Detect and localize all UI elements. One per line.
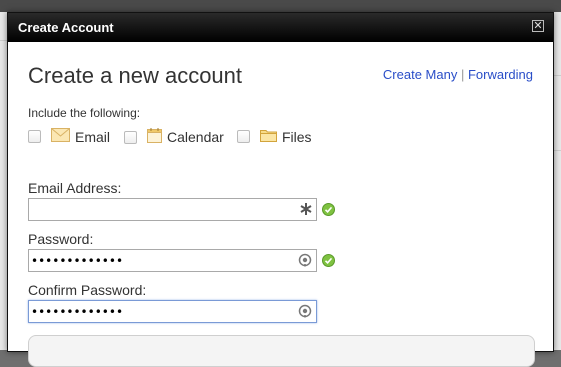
calendar-checkbox[interactable] — [124, 130, 137, 144]
background-topbar — [0, 0, 561, 12]
include-option-label: Email — [75, 128, 111, 145]
envelope-icon — [51, 128, 70, 145]
background-divider — [553, 75, 561, 76]
email-label: Email Address: — [28, 180, 122, 196]
dialog-footer-panel — [28, 335, 535, 367]
header-links: Create Many | Forwarding — [383, 67, 533, 82]
email-field[interactable] — [31, 200, 296, 219]
confirm-password-label: Confirm Password: — [28, 282, 147, 298]
calendar-icon — [147, 128, 162, 146]
close-button[interactable]: ✕ — [532, 20, 544, 32]
dialog-titlebar: Create Account — [8, 13, 553, 42]
password-field-box — [28, 249, 317, 272]
include-option-label: Calendar — [167, 129, 224, 145]
password-valid-check-icon — [322, 254, 335, 272]
create-account-dialog: Create Account ✕ Create a new account Cr… — [7, 12, 554, 367]
confirm-password-field[interactable] — [31, 302, 296, 321]
forwarding-link[interactable]: Forwarding — [468, 67, 533, 82]
include-option-files: Files — [237, 128, 312, 145]
background-divider — [553, 150, 561, 151]
required-asterisk-icon — [300, 202, 312, 221]
password-generator-icon[interactable] — [298, 253, 312, 272]
include-label: Include the following: — [28, 106, 141, 120]
page-title: Create a new account — [28, 63, 243, 88]
include-option-email: Email — [28, 128, 110, 145]
include-option-label: Files — [282, 128, 312, 145]
close-icon: ✕ — [533, 20, 543, 32]
password-field[interactable] — [31, 251, 296, 270]
dialog-title: Create Account — [18, 20, 114, 35]
password-generator-icon[interactable] — [298, 304, 312, 323]
confirm-password-field-box — [28, 300, 317, 323]
files-checkbox[interactable] — [237, 130, 250, 143]
email-valid-check-icon — [322, 203, 335, 221]
include-option-calendar: Calendar — [124, 128, 224, 146]
folder-icon — [260, 128, 277, 145]
email-field-box — [28, 198, 317, 221]
link-separator: | — [460, 67, 465, 82]
create-many-link[interactable]: Create Many — [383, 67, 457, 82]
email-checkbox[interactable] — [28, 130, 41, 143]
password-label: Password: — [28, 231, 94, 247]
